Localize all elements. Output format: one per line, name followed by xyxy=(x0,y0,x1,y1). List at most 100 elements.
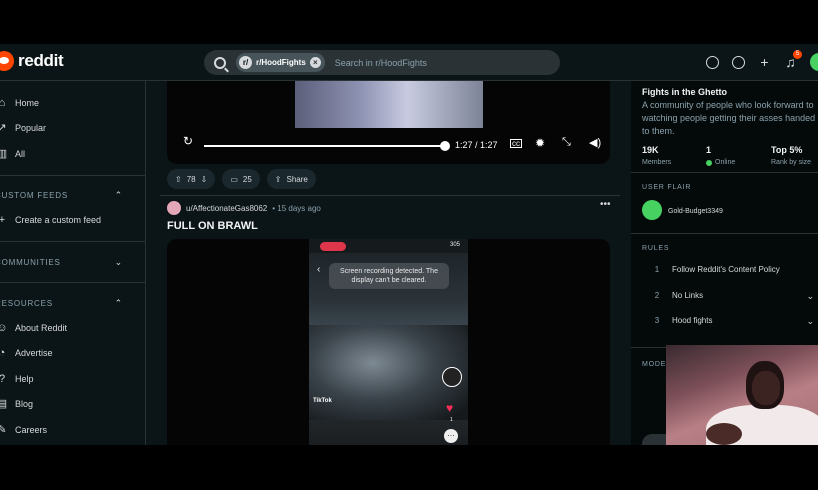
video-player[interactable]: ↻ 1:27 / 1:27 cc ✹ ⤡ ◀) xyxy=(167,81,610,164)
volume-icon[interactable]: ◀) xyxy=(589,136,601,152)
comment-icon: ▭ xyxy=(230,174,238,184)
search-bar[interactable]: r/ r/HoodFights × Search in r/HoodFights xyxy=(204,50,560,75)
sidebar-item-label: Home xyxy=(15,97,40,108)
webcam-face xyxy=(752,371,780,405)
sidebar-item-label: Blog xyxy=(15,399,34,410)
more-options-icon[interactable]: ••• xyxy=(600,199,611,210)
sidebar-item-label: About Reddit xyxy=(15,322,68,333)
divider xyxy=(160,195,620,196)
chevron-down-icon: ⌄ xyxy=(806,291,814,301)
sidebar-item-all[interactable]: ▥ All xyxy=(0,141,145,167)
sidebar-item-advertise[interactable]: ◔ Advertise xyxy=(0,341,145,367)
notification-icon[interactable]: ♫ 5 xyxy=(782,49,802,71)
upvote-icon[interactable]: ⇧ xyxy=(175,175,182,184)
author-avatar[interactable] xyxy=(167,201,181,215)
custom-feeds-header[interactable]: CUSTOM FEEDS ⌃ xyxy=(0,184,145,208)
replay-icon[interactable]: ↻ xyxy=(183,134,193,150)
notification-badge: 5 xyxy=(793,49,802,59)
online-label: Online xyxy=(715,159,736,166)
rule-item[interactable]: 1 Follow Reddit's Content Policy xyxy=(642,265,818,274)
rank-stat: Top 5% Rank by size xyxy=(771,145,811,166)
captions-icon[interactable]: cc xyxy=(510,139,522,148)
toast-line-1: Screen recording detected. The xyxy=(340,268,438,275)
fullscreen-icon[interactable]: ⤡ xyxy=(562,136,571,152)
user-avatar[interactable] xyxy=(810,53,818,71)
sidebar-item-careers[interactable]: ✎ Careers xyxy=(0,417,145,443)
community-description: A community of people who look forward t… xyxy=(642,100,816,136)
phone-status-bar: 305 xyxy=(309,239,468,253)
advertise-icon: ◔ xyxy=(0,347,6,360)
sidebar-item-popular[interactable]: ↗ Popular xyxy=(0,116,145,142)
tiktok-logo: TikTok xyxy=(313,398,332,404)
sidebar-item-label: Advertise xyxy=(15,348,53,359)
screen-recording-toast: Screen recording detected. The display c… xyxy=(329,263,449,289)
chevron-down-icon: ⌄ xyxy=(806,316,814,326)
sidebar-item-help[interactable]: ? Help xyxy=(0,366,145,392)
reddit-logo[interactable]: reddit xyxy=(0,51,64,71)
share-button[interactable]: ⇪ Share xyxy=(266,169,316,189)
members-label: Members xyxy=(642,159,672,166)
divider xyxy=(631,172,818,173)
user-flair-header: USER FLAIR xyxy=(642,184,692,191)
comment-count: 25 xyxy=(242,174,252,184)
communities-header[interactable]: COMMUNITIES ⌄ xyxy=(0,250,145,274)
video-scrubber[interactable] xyxy=(204,141,450,151)
header-actions: + ♫ 5 xyxy=(704,49,818,71)
advertise-icon[interactable] xyxy=(704,54,721,71)
create-icon[interactable]: + xyxy=(756,54,773,71)
flair-name[interactable]: Gold-Budget3349 xyxy=(668,208,723,215)
recording-indicator xyxy=(320,242,346,251)
members-count: 19K xyxy=(642,145,659,155)
webcam-arm xyxy=(706,423,742,445)
rule-number: 3 xyxy=(654,316,660,325)
rule-item[interactable]: 2 No Links ⌄ xyxy=(642,291,818,301)
subreddit-icon: r/ xyxy=(239,56,252,69)
resources-header[interactable]: RESOURCES ⌃ xyxy=(0,291,145,315)
share-label: Share xyxy=(286,174,308,184)
comments-button[interactable]: ▭ 25 xyxy=(222,169,260,189)
top-header: reddit r/ r/HoodFights × Search in r/Hoo… xyxy=(0,44,818,81)
post-time: • 15 days ago xyxy=(272,203,321,213)
chip-close-icon[interactable]: × xyxy=(309,57,321,68)
plus-icon: + xyxy=(0,214,6,227)
post-actions: ⇧ 78 ⇩ ▭ 25 ⇪ Share xyxy=(167,169,316,189)
sidebar-item-home[interactable]: ⌂ Home xyxy=(0,90,145,116)
chat-icon[interactable] xyxy=(730,54,747,71)
about-icon: ☺ xyxy=(0,321,8,334)
left-sidebar: ⌂ Home ↗ Popular ▥ All CUSTOM FEEDS ⌃ + … xyxy=(0,81,146,445)
tiktok-count: 1 xyxy=(450,417,453,423)
reddit-logo-icon xyxy=(0,51,14,71)
rule-text: No Links xyxy=(672,291,704,300)
status-text: 305 xyxy=(449,242,460,248)
rule-text: Follow Reddit's Content Policy xyxy=(672,265,780,274)
video-time: 1:27 / 1:27 xyxy=(455,140,498,150)
create-custom-feed[interactable]: + Create a custom feed xyxy=(0,208,145,234)
post-title[interactable]: FULL ON BRAWL xyxy=(167,220,258,232)
webcam-overlay xyxy=(666,345,818,445)
chevron-up-icon: ⌃ xyxy=(114,190,123,200)
sidebar-item-label: Help xyxy=(15,373,34,384)
online-dot-icon xyxy=(706,159,712,166)
sidebar-item-label: All xyxy=(15,148,26,159)
rule-item[interactable]: 3 Hood fights ⌄ xyxy=(642,316,818,326)
toast-line-2: display can't be cleared. xyxy=(351,277,427,284)
search-input[interactable]: Search in r/HoodFights xyxy=(335,58,427,68)
settings-gear-icon[interactable]: ✹ xyxy=(535,136,545,152)
post-media[interactable]: 305 ‹ Screen recording detected. The dis… xyxy=(167,239,610,445)
subreddit-chip[interactable]: r/ r/HoodFights × xyxy=(236,53,325,72)
scrubber-handle[interactable] xyxy=(440,141,450,151)
blog-icon: ▤ xyxy=(0,398,8,411)
author-name[interactable]: u/AffectionateGas8062 xyxy=(186,204,267,213)
section-label: COMMUNITIES xyxy=(0,257,61,267)
members-stat: 19K Members xyxy=(642,145,671,166)
create-feed-label: Create a custom feed xyxy=(15,215,102,226)
back-arrow-icon: ‹ xyxy=(317,264,321,275)
logo-text: reddit xyxy=(18,51,64,70)
vote-pill: ⇧ 78 ⇩ xyxy=(167,169,216,189)
sidebar-item-blog[interactable]: ▤ Blog xyxy=(0,392,145,418)
downvote-icon[interactable]: ⇩ xyxy=(201,175,208,184)
phone-recording: 305 ‹ Screen recording detected. The dis… xyxy=(309,239,468,445)
rules-header: RULES xyxy=(642,245,670,252)
online-label-row: Online xyxy=(706,159,735,166)
sidebar-item-about[interactable]: ☺ About Reddit xyxy=(0,315,145,341)
